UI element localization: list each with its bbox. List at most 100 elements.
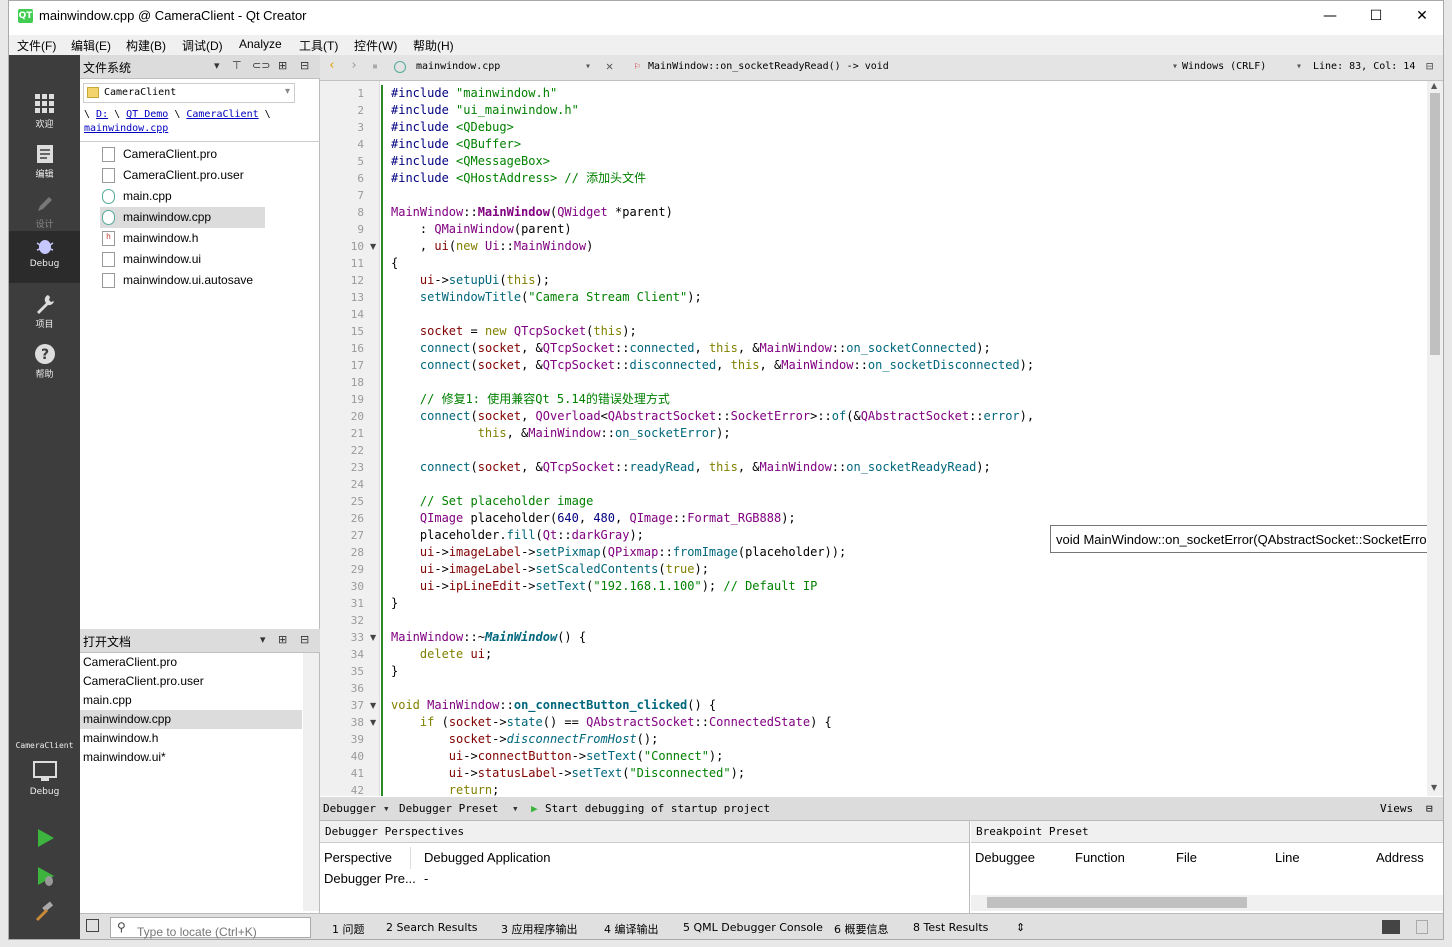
fold-marker-icon[interactable]: ▼ (370, 701, 376, 710)
current-file-combo[interactable]: mainwindow.cpp (416, 61, 500, 72)
column-header[interactable]: File (1176, 850, 1197, 865)
filter-icon[interactable]: ⊤ (232, 59, 242, 72)
split-icon[interactable]: ⊞ (278, 59, 287, 72)
locator-input[interactable]: ⚲ Type to locate (Ctrl+K) (110, 917, 311, 939)
menu-debug[interactable]: 调试(D) (182, 37, 223, 54)
menu-build[interactable]: 构建(B) (126, 37, 166, 54)
breadcrumb-cameraclient[interactable]: CameraClient (186, 109, 258, 120)
open-doc-item[interactable]: main.cpp (80, 691, 302, 710)
menu-file[interactable]: 文件(F) (17, 37, 56, 54)
code-line[interactable]: } (391, 595, 398, 612)
column-header[interactable]: Function (1075, 850, 1125, 865)
output-tab-qml-console[interactable]: 5 QML Debugger Console (683, 921, 823, 934)
file-item[interactable]: CameraClient.pro (100, 144, 265, 165)
open-doc-item[interactable]: mainwindow.h (80, 729, 302, 748)
close-pane-icon[interactable]: ⊟ (300, 633, 309, 646)
debugger-preset-combo[interactable]: Debugger Preset (399, 802, 498, 815)
breadcrumb-qt-demo[interactable]: QT Demo (126, 109, 168, 120)
more-tabs-icon[interactable]: ⇕ (1016, 921, 1025, 934)
close-pane-icon[interactable]: ⊟ (300, 59, 309, 72)
menu-analyze[interactable]: Analyze (239, 37, 282, 51)
mode-help[interactable]: ? 帮助 (9, 339, 80, 387)
file-item[interactable]: h mainwindow.h (100, 228, 265, 249)
output-tab-search-results[interactable]: 2 Search Results (386, 921, 478, 934)
mode-edit[interactable]: 编辑 (9, 139, 80, 187)
code-line[interactable]: #include <QHostAddress> // 添加头文件 (391, 170, 646, 187)
code-line[interactable]: connect(socket, &QTcpSocket::connected, … (391, 340, 991, 357)
column-header[interactable]: Address (1376, 850, 1424, 865)
link-icon[interactable]: ⊂⊃ (252, 59, 270, 72)
file-item[interactable]: mainwindow.ui.autosave (100, 270, 265, 291)
open-doc-item-selected[interactable]: mainwindow.cpp (80, 710, 302, 729)
code-line[interactable]: connect(socket, QOverload<QAbstractSocke… (391, 408, 1034, 425)
code-line[interactable]: connect(socket, &QTcpSocket::readyRead, … (391, 459, 991, 476)
code-line[interactable]: #include "mainwindow.h" (391, 85, 557, 102)
close-pane-icon[interactable]: ⊟ (1426, 802, 1433, 815)
scroll-down-icon[interactable]: ▼ (1431, 783, 1437, 792)
code-line[interactable]: #include "ui_mainwindow.h" (391, 102, 579, 119)
file-item[interactable]: mainwindow.ui (100, 249, 265, 270)
dropdown-arrow-icon[interactable]: ▾ (260, 633, 266, 646)
mode-debug[interactable]: Debug (9, 231, 80, 283)
mode-projects[interactable]: 项目 (9, 289, 80, 337)
symbol-combo[interactable]: MainWindow::on_socketReadyRead() -> void (648, 61, 889, 72)
code-line[interactable]: return; (391, 782, 500, 796)
close-document-icon[interactable]: ✕ (606, 59, 613, 73)
close-button[interactable]: ✕ (1399, 1, 1443, 32)
run-button[interactable] (9, 823, 80, 859)
code-line[interactable]: ui->connectButton->setText("Connect"); (391, 748, 724, 765)
split-editor-icon[interactable]: ⊟ (1426, 59, 1433, 73)
code-line[interactable]: , ui(new Ui::MainWindow) (391, 238, 593, 255)
fold-marker-icon[interactable]: ▼ (370, 633, 376, 642)
fold-marker-icon[interactable]: ▼ (370, 242, 376, 251)
code-line[interactable]: this, &MainWindow::on_socketError); (391, 425, 731, 442)
forward-arrow-icon[interactable]: › (350, 58, 358, 73)
debugger-combo[interactable]: Debugger (323, 802, 376, 815)
open-doc-item[interactable]: CameraClient.pro.user (80, 672, 302, 691)
progress-toggle-icon[interactable] (1382, 920, 1400, 934)
views-button[interactable]: Views (1380, 802, 1413, 815)
output-tab-test-results[interactable]: 8 Test Results (913, 921, 988, 934)
column-header[interactable]: Debugged Application (424, 850, 551, 865)
fold-marker-icon[interactable]: ▼ (370, 718, 376, 727)
minimize-button[interactable]: — (1307, 1, 1353, 32)
column-header[interactable]: Line (1275, 850, 1300, 865)
menu-tools[interactable]: 工具(T) (299, 37, 338, 54)
code-line[interactable]: #include <QDebug> (391, 119, 514, 136)
output-tab-issues[interactable]: 1 问题 (332, 921, 365, 937)
editor-scrollbar[interactable]: ▲ ▼ (1427, 81, 1443, 796)
open-doc-item[interactable]: mainwindow.ui* (80, 748, 302, 767)
split-icon[interactable]: ⊞ (278, 633, 287, 646)
code-line[interactable]: socket->disconnectFromHost(); (391, 731, 659, 748)
code-line[interactable]: void MainWindow::on_connectButton_clicke… (391, 697, 716, 714)
cursor-position[interactable]: Line: 83, Col: 14 (1313, 61, 1415, 72)
maximize-button[interactable]: ☐ (1353, 1, 1399, 32)
column-header[interactable]: Perspective (324, 850, 392, 865)
code-line[interactable]: #include <QMessageBox> (391, 153, 550, 170)
dropdown-arrow-icon[interactable]: ▾ (214, 59, 220, 72)
code-line[interactable]: ui->imageLabel->setScaledContents(true); (391, 561, 709, 578)
code-line[interactable]: ui->ipLineEdit->setText("192.168.1.100")… (391, 578, 817, 595)
chevron-down-icon[interactable]: ▾ (512, 802, 519, 815)
mode-welcome[interactable]: 欢迎 (9, 89, 80, 137)
code-line[interactable]: { (391, 255, 398, 272)
output-tab-application-output[interactable]: 3 应用程序输出 (501, 921, 578, 937)
perspective-row-name[interactable]: Debugger Pre... (324, 871, 416, 886)
code-line[interactable]: // Set placeholder image (391, 493, 593, 510)
toggle-sidebar-icon[interactable] (86, 919, 99, 932)
chevron-down-icon[interactable]: ▾ (1296, 61, 1302, 72)
code-line[interactable]: socket = new QTcpSocket(this); (391, 323, 637, 340)
debug-run-button[interactable] (9, 861, 80, 897)
file-item[interactable]: main.cpp (100, 186, 265, 207)
menu-widgets[interactable]: 控件(W) (354, 37, 397, 54)
open-doc-item[interactable]: CameraClient.pro (80, 653, 302, 672)
column-header[interactable]: Debuggee (975, 850, 1035, 865)
code-line[interactable]: placeholder.fill(Qt::darkGray); (391, 527, 644, 544)
folder-combo[interactable]: CameraClient ▾ (83, 83, 295, 103)
file-item[interactable]: CameraClient.pro.user (100, 165, 265, 186)
output-pane-icon[interactable] (1416, 920, 1428, 934)
back-arrow-icon[interactable]: ‹ (328, 58, 336, 73)
code-line[interactable]: ui->imageLabel->setPixmap(QPixmap::fromI… (391, 544, 846, 561)
encoding-combo[interactable]: Windows (CRLF) (1182, 61, 1266, 72)
code-line[interactable]: QImage placeholder(640, 480, QImage::For… (391, 510, 796, 527)
